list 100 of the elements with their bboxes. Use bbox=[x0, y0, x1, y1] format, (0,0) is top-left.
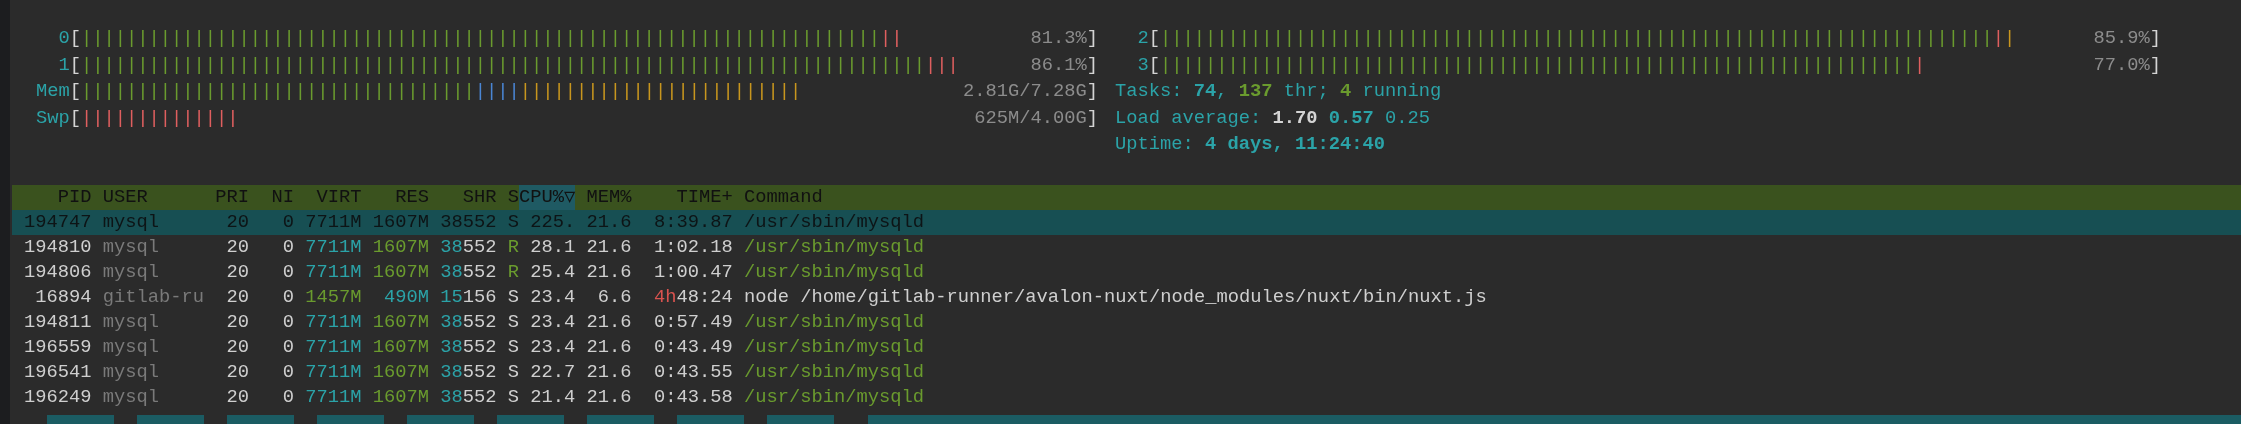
table-cell: 196249 bbox=[24, 385, 92, 410]
table-cell-text: 20 bbox=[225, 210, 249, 235]
table-cell: 196559 bbox=[24, 335, 92, 360]
table-cell-text: mysql bbox=[102, 360, 160, 385]
table-cell: /usr/sbin/mysqld bbox=[744, 335, 925, 360]
table-cell: 194806 bbox=[24, 260, 92, 285]
table-cell-text: 23.4 bbox=[529, 285, 576, 310]
function-key-tab[interactable] bbox=[586, 415, 654, 424]
table-cell: /usr/sbin/mysqld bbox=[744, 210, 925, 235]
meter-ticks: |||||||||||||||||||||||||||||||||||||||||||||||||||||||||||||||||||||||||||||| bbox=[81, 52, 959, 78]
table-cell-text: 20 bbox=[225, 260, 249, 285]
table-cell-text: 25.4 bbox=[529, 260, 576, 285]
column-header[interactable]: CPU%▽ bbox=[519, 185, 576, 210]
table-cell-text: 38552 bbox=[439, 235, 497, 260]
table-cell-text: 21.6 bbox=[585, 210, 632, 235]
table-cell-text: 7711M bbox=[304, 260, 362, 285]
table-cell-text: S bbox=[506, 310, 519, 335]
table-cell: /usr/sbin/mysqld bbox=[744, 235, 925, 260]
function-key-tab[interactable] bbox=[676, 415, 744, 424]
table-cell-text: 7711M bbox=[304, 360, 362, 385]
meter-value: 625M/4.00G bbox=[974, 105, 1087, 131]
table-cell-text: 7711M bbox=[304, 335, 362, 360]
column-header[interactable]: NI bbox=[249, 185, 294, 210]
table-cell-text: 7711M bbox=[304, 385, 362, 410]
table-cell-text: 8:39.87 bbox=[653, 210, 733, 235]
table-cell-text: 0 bbox=[281, 310, 294, 335]
table-cell-text: 1607M bbox=[371, 210, 429, 235]
column-header[interactable]: VIRT bbox=[294, 185, 362, 210]
table-cell-text: 16894 bbox=[34, 285, 92, 310]
function-key-tab[interactable] bbox=[226, 415, 294, 424]
bracket: ] bbox=[1086, 105, 1098, 131]
table-cell-text: 1607M bbox=[371, 260, 429, 285]
table-cell-text: 0 bbox=[281, 385, 294, 410]
table-cell-text: mysql bbox=[102, 235, 160, 260]
table-cell-text: 0 bbox=[281, 335, 294, 360]
function-key-tab[interactable] bbox=[867, 415, 2241, 424]
table-cell-text: 38552 bbox=[439, 310, 497, 335]
table-cell-text: 1607M bbox=[371, 335, 429, 360]
table-cell-text: 21.6 bbox=[585, 235, 632, 260]
table-cell-text: S bbox=[506, 360, 519, 385]
summary-line: Uptime: 4 days, 11:24:40 bbox=[1115, 132, 1387, 157]
table-cell: gitlab-ru bbox=[102, 285, 204, 310]
column-header[interactable]: PID bbox=[24, 185, 92, 210]
table-cell-text: 0 bbox=[281, 235, 294, 260]
meter-ticks: ||||||||||||||||||||||||||||||||||||||||||||||||||||||||||||||||||||||||| bbox=[81, 26, 903, 52]
meter-ticks: |||||||||||||||||||||||||||||||||||||||||||||||||||||||||||||||| bbox=[81, 79, 802, 105]
table-cell-text: 22.7 bbox=[529, 360, 576, 385]
column-header[interactable]: SHR bbox=[429, 185, 497, 210]
bracket: ] bbox=[2149, 26, 2161, 52]
column-header[interactable]: RES bbox=[361, 185, 429, 210]
function-key-tab[interactable] bbox=[766, 415, 834, 424]
bracket: ] bbox=[1086, 52, 1098, 78]
column-header[interactable]: USER bbox=[102, 185, 204, 210]
table-cell: 194747 bbox=[24, 210, 92, 235]
function-key-tab[interactable] bbox=[46, 415, 114, 424]
table-cell-text: 1607M bbox=[371, 385, 429, 410]
table-cell-text: mysql bbox=[102, 260, 160, 285]
meter-label: 1 bbox=[57, 52, 70, 78]
table-cell-text: 20 bbox=[225, 310, 249, 335]
table-cell-text: 1607M bbox=[371, 235, 429, 260]
column-header[interactable]: TIME+ bbox=[631, 185, 733, 210]
table-cell: node /home/gitlab-runner/avalon-nuxt/node_modules/nuxt/bin/nuxt.js bbox=[744, 285, 1487, 310]
bracket: ] bbox=[1086, 79, 1098, 105]
function-key-tab[interactable] bbox=[316, 415, 384, 424]
table-cell-text: 1457M bbox=[304, 285, 362, 310]
column-header[interactable]: PRI bbox=[204, 185, 249, 210]
function-key-tab[interactable] bbox=[136, 415, 204, 424]
meter-label: Mem bbox=[36, 79, 70, 105]
column-header[interactable]: S bbox=[496, 185, 519, 210]
table-cell-text: 1:02.18 bbox=[653, 235, 733, 260]
bracket: [ bbox=[1148, 52, 1160, 78]
table-cell-text: 0:43.58 bbox=[653, 385, 733, 410]
table-cell-text: 20 bbox=[225, 235, 249, 260]
column-header[interactable]: Command bbox=[744, 185, 823, 210]
meter-value: 2.81G/7.28G bbox=[962, 79, 1087, 105]
function-key-tab[interactable] bbox=[496, 415, 564, 424]
table-cell: /usr/sbin/mysqld bbox=[744, 385, 925, 410]
table-cell-text: 23.4 bbox=[529, 335, 576, 360]
process-row[interactable]: 194747 mysql 20 0 7711M 1607M 38552 S 225. 21.6 8:39.87 /usr/sbin/mysqld bbox=[12, 210, 2241, 235]
table-cell-text: S bbox=[506, 285, 519, 310]
table-cell-text: 21.4 bbox=[529, 385, 576, 410]
table-cell-text: 0:43.55 bbox=[653, 360, 733, 385]
meter-ticks: |||||||||||||| bbox=[81, 105, 239, 131]
table-cell-text: 1:00.47 bbox=[653, 260, 733, 285]
meter-label: 0 bbox=[57, 26, 70, 52]
table-cell-text: 1607M bbox=[371, 310, 429, 335]
table-cell-text: 23.4 bbox=[529, 310, 576, 335]
table-cell-text: 38552 bbox=[439, 210, 497, 235]
table-cell-text: 1607M bbox=[371, 360, 429, 385]
table-cell-text: 490M bbox=[383, 285, 429, 310]
meter-label: 3 bbox=[1136, 52, 1149, 78]
table-cell-text: 38552 bbox=[439, 260, 497, 285]
meter-label: Swp bbox=[36, 105, 70, 131]
function-key-tab[interactable] bbox=[406, 415, 474, 424]
column-header[interactable]: MEM% bbox=[575, 185, 632, 210]
table-cell-text: 38552 bbox=[439, 335, 497, 360]
summary-line: Load average: 1.70 0.57 0.25 bbox=[1115, 105, 1432, 131]
meter-value: 81.3% bbox=[1030, 26, 1087, 52]
table-cell-text: 20 bbox=[225, 285, 249, 310]
table-cell-text: mysql bbox=[102, 210, 160, 235]
